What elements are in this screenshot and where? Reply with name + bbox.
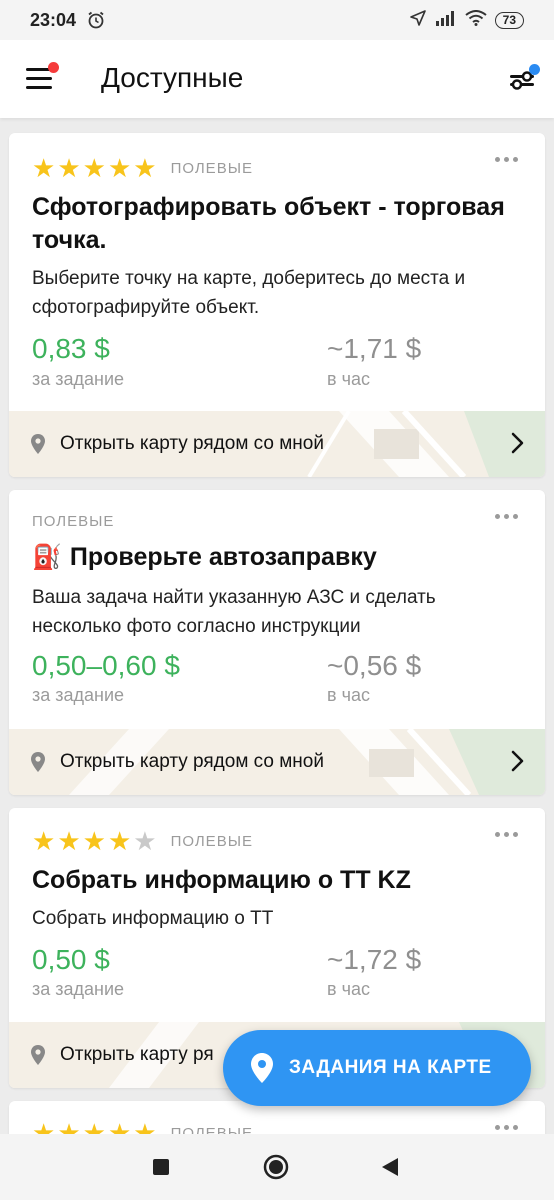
hourly-label: в час [327, 979, 370, 999]
chevron-right-icon [511, 432, 524, 454]
status-bar: 23:04 73 [0, 0, 554, 40]
home-button[interactable] [263, 1154, 289, 1185]
task-title: Сфотографировать объект - торговая точка… [32, 193, 505, 254]
star-empty-icon: ★ [133, 826, 157, 856]
more-options-icon[interactable] [495, 157, 518, 162]
location-pin-icon [31, 1045, 45, 1065]
hourly-rate: ~1,72 $ [327, 944, 422, 975]
circle-icon [263, 1154, 289, 1180]
notification-dot [48, 62, 59, 73]
alarm-icon [86, 10, 106, 30]
recents-button[interactable] [152, 1158, 170, 1181]
tasks-on-map-label: ЗАДАНИЯ НА КАРТЕ [289, 1057, 492, 1078]
task-description: Собрать информацию о ТТ [32, 908, 274, 929]
open-map-label: Открыть карту рядом со мной [60, 751, 324, 772]
more-options-icon[interactable] [495, 514, 518, 519]
category-label: ПОЛЕВЫЕ [170, 159, 253, 177]
chevron-right-icon [511, 750, 524, 772]
battery-indicator: 73 [494, 11, 524, 29]
menu-button[interactable] [24, 62, 59, 92]
tasks-on-map-button[interactable]: ЗАДАНИЯ НА КАРТЕ [223, 1030, 531, 1106]
page-title: Доступные [101, 62, 244, 93]
task-title: Собрать информацию о ТТ KZ [32, 866, 411, 894]
location-pin-icon [31, 752, 45, 772]
task-card[interactable]: ПОЛЕВЫЕ ⛽ Проверьте автозаправку Ваша за… [9, 490, 545, 795]
open-map-nearby[interactable]: Открыть карту рядом со мной [9, 411, 545, 477]
star-icon: ★ [32, 153, 56, 183]
wifi-icon [465, 9, 487, 31]
task-title: Проверьте автозаправку [69, 543, 377, 571]
triangle-back-icon [382, 1158, 398, 1176]
map-pin-icon [251, 1053, 273, 1083]
square-icon [153, 1159, 169, 1175]
price-label: за задание [32, 685, 125, 705]
rating-stars: ★ ★ ★ ★ ★ [32, 155, 157, 181]
signal-icon [435, 10, 457, 31]
task-title-row: ⛽ Проверьте автозаправку [32, 541, 522, 574]
back-button[interactable] [380, 1157, 400, 1182]
hourly-label: в час [327, 369, 370, 389]
task-description: Ваша задача найти указанную АЗС и сделат… [32, 587, 436, 637]
system-nav-bar [0, 1134, 554, 1200]
star-icon: ★ [57, 826, 81, 856]
price-label: за задание [32, 369, 125, 389]
open-map-nearby[interactable]: Открыть карту рядом со мной [9, 729, 545, 795]
open-map-label: Открыть карту ря [60, 1044, 214, 1065]
more-options-icon[interactable] [495, 1125, 518, 1130]
rating-stars: ★ ★ ★ ★ ★ [32, 828, 157, 854]
star-icon: ★ [133, 153, 157, 183]
hourly-label: в час [327, 685, 370, 705]
open-map-label: Открыть карту рядом со мной [60, 433, 324, 454]
location-arrow-icon [409, 9, 427, 32]
task-price: 0,50–0,60 $ [32, 650, 180, 681]
star-icon: ★ [82, 153, 106, 183]
star-icon: ★ [32, 826, 56, 856]
star-icon: ★ [57, 153, 81, 183]
task-price: 0,83 $ [32, 333, 110, 364]
task-price: 0,50 $ [32, 944, 110, 975]
filter-badge-dot [529, 64, 540, 75]
filter-button[interactable] [508, 64, 540, 94]
hourly-rate: ~1,71 $ [327, 333, 422, 364]
task-description: Выберите точку на карте, доберитесь до м… [32, 268, 466, 318]
task-card[interactable]: ★ ★ ★ ★ ★ ПОЛЕВЫЕ Сфотографировать объект - … [9, 133, 545, 477]
category-label: ПОЛЕВЫЕ [32, 513, 115, 530]
location-pin-icon [31, 434, 45, 454]
status-time: 23:04 [30, 9, 77, 30]
star-icon: ★ [107, 153, 132, 183]
price-label: за задание [32, 979, 125, 999]
star-icon: ★ [82, 826, 106, 856]
category-label: ПОЛЕВЫЕ [170, 832, 253, 850]
fuel-pump-icon: ⛽ [32, 544, 62, 571]
app-header: Доступные [0, 40, 554, 118]
star-icon: ★ [107, 826, 132, 856]
more-options-icon[interactable] [495, 832, 518, 837]
hourly-rate: ~0,56 $ [327, 650, 422, 681]
